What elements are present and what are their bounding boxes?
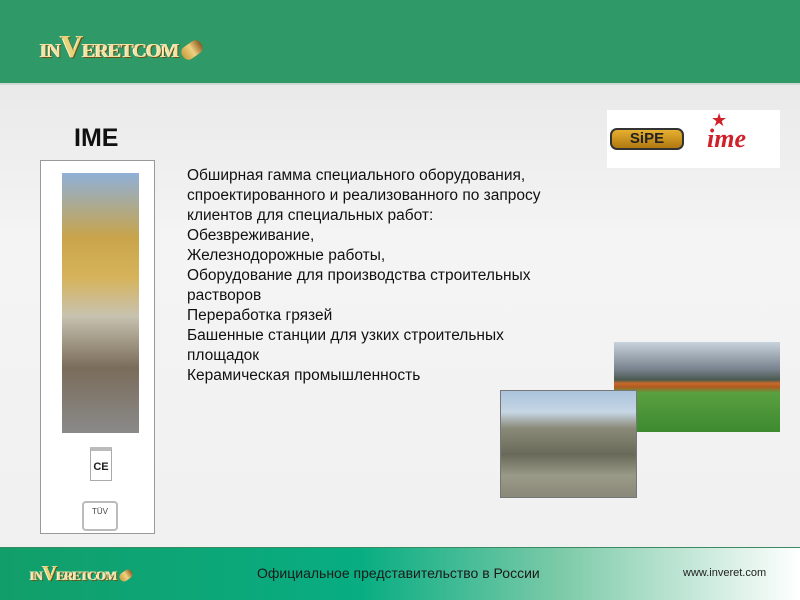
text-line: Керамическая промышленность <box>187 367 421 384</box>
slide-title: IME <box>74 124 119 152</box>
text-line: Железнодорожные работы, <box>187 247 386 264</box>
text-line: Переработка грязей <box>187 307 333 324</box>
train-photo <box>614 342 780 432</box>
brand-logos: SiPE ★ ime <box>607 110 780 168</box>
sipe-logo: SiPE <box>610 128 684 150</box>
certificate-panel: CE TÜV <box>40 160 155 534</box>
footer-text: Официальное представительство в России <box>257 565 540 581</box>
text-line: Обширная гамма специального оборудования… <box>187 167 526 184</box>
ce-mark: CE <box>90 447 112 481</box>
text-line: Обезвреживание, <box>187 227 315 244</box>
header-bar: INVERETCOM <box>0 0 800 85</box>
text-line: площадок <box>187 347 260 364</box>
text-line: клиентов для специальных работ: <box>187 207 434 224</box>
website-link[interactable]: www.inveret.com <box>683 567 766 579</box>
footer-logo: INVERETCOM <box>30 562 134 586</box>
text-line: спроектированного и реализованного по за… <box>187 187 541 204</box>
text-line: растворов <box>187 287 262 304</box>
fitting-icon <box>117 567 134 584</box>
ime-logo: ime <box>707 124 746 153</box>
fitting-icon <box>178 37 205 63</box>
tuv-mark: TÜV <box>82 501 118 531</box>
text-line: Башенные станции для узких строительных <box>187 327 504 344</box>
inveretcom-logo: INVERETCOM <box>40 28 205 65</box>
text-line: Оборудование для производства строительн… <box>187 267 531 284</box>
mixing-plant-photo <box>500 390 637 498</box>
plant-photo <box>62 173 139 433</box>
description-text: Обширная гамма специального оборудования… <box>187 166 607 386</box>
footer-bar: INVERETCOM Официальное представительство… <box>0 547 800 600</box>
